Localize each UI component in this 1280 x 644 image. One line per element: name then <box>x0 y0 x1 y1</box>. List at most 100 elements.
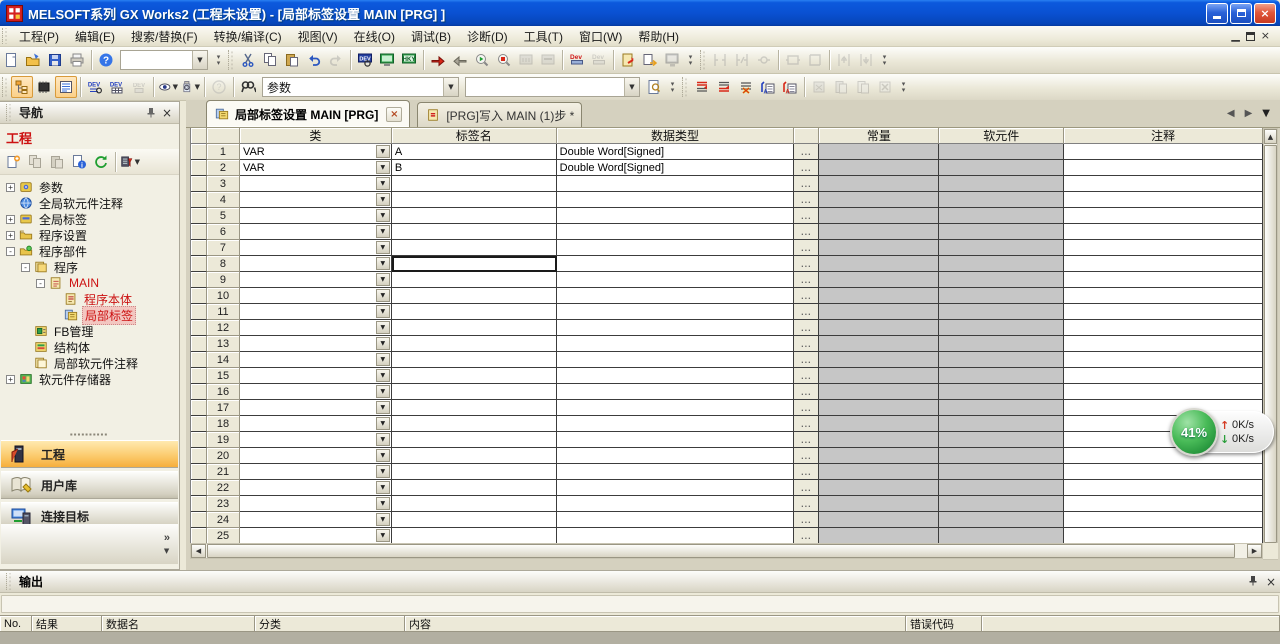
label-name-cell[interactable] <box>392 528 557 544</box>
chevron-expand-icon[interactable]: »▼ <box>164 532 170 556</box>
class-cell[interactable]: ▼ <box>240 528 392 544</box>
paste-gray-icon[interactable] <box>830 76 852 98</box>
class-cell[interactable]: ▼ <box>240 480 392 496</box>
class-cell[interactable]: ▼ <box>240 432 392 448</box>
type-browse-button[interactable]: ... <box>794 272 819 288</box>
monitor-read-icon[interactable]: HKY <box>398 49 420 71</box>
copy-icon[interactable] <box>259 49 281 71</box>
data-type-cell[interactable] <box>557 304 795 320</box>
data-type-cell[interactable] <box>557 448 795 464</box>
comment-cell[interactable] <box>1064 272 1263 288</box>
data-type-cell[interactable] <box>557 240 795 256</box>
data-type-cell[interactable] <box>557 464 795 480</box>
project-view-icon[interactable] <box>11 76 33 98</box>
row-margin[interactable] <box>191 512 207 528</box>
output-column-header-数据名[interactable]: 数据名 <box>102 616 255 632</box>
label-name-cell[interactable] <box>392 496 557 512</box>
delete-gray-icon[interactable] <box>874 76 896 98</box>
new-declare-red-icon[interactable]: A <box>779 76 801 98</box>
class-cell[interactable]: ▼ <box>240 208 392 224</box>
type-browse-button[interactable]: ... <box>794 224 819 240</box>
expand-icon[interactable]: + <box>6 215 15 224</box>
data-type-cell[interactable]: Double Word[Signed] <box>557 160 795 176</box>
row-margin[interactable] <box>191 480 207 496</box>
label-name-cell[interactable]: A <box>392 144 557 160</box>
minimize-button[interactable] <box>1206 3 1228 24</box>
class-cell[interactable]: ▼ <box>240 400 392 416</box>
save-icon[interactable] <box>44 49 66 71</box>
data-type-cell[interactable] <box>557 320 795 336</box>
class-dropdown-icon[interactable]: ▼ <box>376 401 390 414</box>
expand-icon[interactable]: + <box>6 231 15 240</box>
row-number[interactable]: 19 <box>207 432 240 448</box>
menu-item-4[interactable]: 视图(V) <box>290 28 346 46</box>
label-name-cell[interactable] <box>392 320 557 336</box>
transfer-back-icon[interactable] <box>449 49 471 71</box>
new-item-icon[interactable] <box>2 151 24 173</box>
label-name-cell[interactable] <box>392 400 557 416</box>
comment-cell[interactable] <box>1064 352 1263 368</box>
class-dropdown-icon[interactable]: ▼ <box>376 529 390 542</box>
tree-item-程序设置[interactable]: +程序设置 <box>2 227 179 243</box>
data-type-cell[interactable] <box>557 336 795 352</box>
toolbar-overflow-icon[interactable]: ▾▾ <box>898 76 909 98</box>
class-cell[interactable]: VAR▼ <box>240 160 392 176</box>
mdi-restore-button[interactable] <box>1246 32 1255 41</box>
sidebar-view-button-工程[interactable]: 工程 <box>1 440 178 468</box>
type-browse-button[interactable]: ... <box>794 176 819 192</box>
class-cell[interactable]: ▼ <box>240 336 392 352</box>
row-margin[interactable] <box>191 352 207 368</box>
row-number[interactable]: 6 <box>207 224 240 240</box>
row-number[interactable]: 23 <box>207 496 240 512</box>
tree-item-局部标签[interactable]: +局部标签 <box>2 307 179 323</box>
copy-disabled-icon[interactable] <box>24 151 46 173</box>
toolbar-grip[interactable] <box>2 77 9 98</box>
toolbar-overflow-icon[interactable]: ▾▾ <box>667 76 678 98</box>
tree-item-FB管理[interactable]: +FB管理 <box>2 323 179 339</box>
label-name-cell[interactable] <box>392 192 557 208</box>
class-cell[interactable]: ▼ <box>240 352 392 368</box>
tree-item-结构体[interactable]: +结构体 <box>2 339 179 355</box>
output-pin-icon[interactable] <box>1248 575 1258 589</box>
class-dropdown-icon[interactable]: ▼ <box>376 177 390 190</box>
class-cell[interactable]: ▼ <box>240 192 392 208</box>
comment-cell[interactable] <box>1064 368 1263 384</box>
class-dropdown-icon[interactable]: ▼ <box>376 513 390 526</box>
comment-cell[interactable] <box>1064 176 1263 192</box>
type-browse-button[interactable]: ... <box>794 432 819 448</box>
class-cell[interactable]: ▼ <box>240 384 392 400</box>
row-number[interactable]: 3 <box>207 176 240 192</box>
row-margin[interactable] <box>191 240 207 256</box>
class-dropdown-icon[interactable]: ▼ <box>376 449 390 462</box>
toolbar-combobox[interactable]: ▼ <box>120 50 208 70</box>
comment-cell[interactable] <box>1064 304 1263 320</box>
data-type-cell[interactable] <box>557 192 795 208</box>
toolbar-grip[interactable] <box>228 50 235 71</box>
new-file-icon[interactable] <box>0 49 22 71</box>
label-name-cell[interactable] <box>392 336 557 352</box>
class-dropdown-icon[interactable]: ▼ <box>376 305 390 318</box>
type-browse-button[interactable]: ... <box>794 320 819 336</box>
comment-cell[interactable] <box>1064 160 1263 176</box>
redo-icon[interactable] <box>325 49 347 71</box>
pin-icon[interactable] <box>143 105 159 120</box>
horizontal-scroll-thumb[interactable] <box>207 544 1235 558</box>
row-margin[interactable] <box>191 432 207 448</box>
info-icon[interactable]: i <box>68 151 90 173</box>
data-type-cell[interactable] <box>557 368 795 384</box>
tab-scroll-right-icon[interactable]: ▶ <box>1245 108 1253 119</box>
build-transfer-icon[interactable] <box>639 49 661 71</box>
label-name-cell[interactable] <box>392 208 557 224</box>
row-number[interactable]: 20 <box>207 448 240 464</box>
read-gray-icon[interactable] <box>808 76 830 98</box>
data-type-cell[interactable] <box>557 416 795 432</box>
data-type-cell[interactable] <box>557 176 795 192</box>
row-number[interactable]: 24 <box>207 512 240 528</box>
ladder-coil-icon[interactable] <box>753 49 775 71</box>
class-dropdown-icon[interactable]: ▼ <box>376 145 390 158</box>
label-name-cell[interactable] <box>392 224 557 240</box>
label-name-cell[interactable] <box>392 352 557 368</box>
row-margin[interactable] <box>191 528 207 544</box>
row-number[interactable]: 5 <box>207 208 240 224</box>
type-browse-button[interactable]: ... <box>794 416 819 432</box>
